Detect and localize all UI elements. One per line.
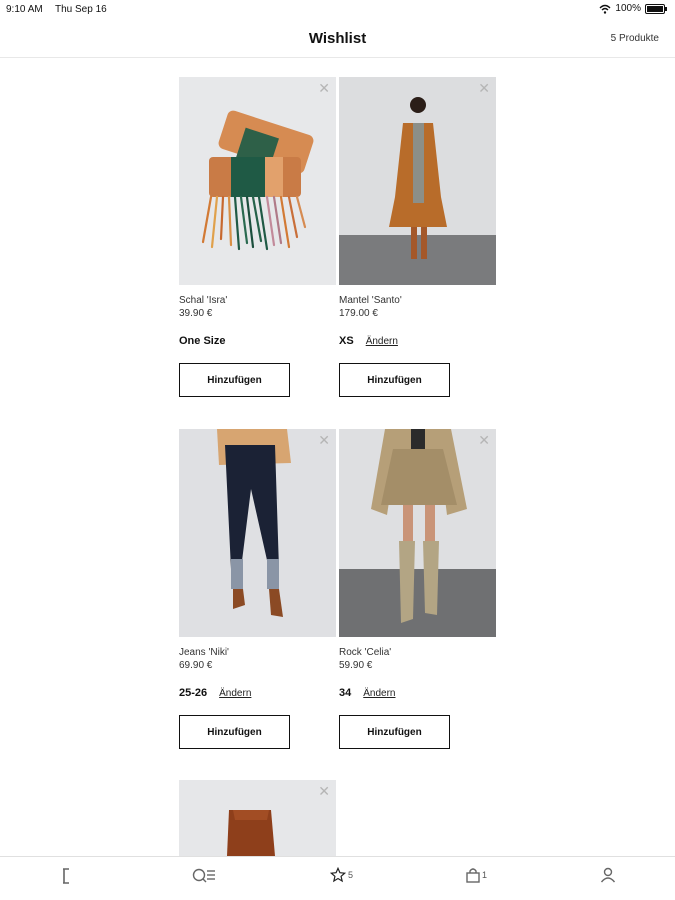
product-card[interactable]: ✕ Schal 'Isra' 39.90 € One Size Hinzufüg… [179,77,336,397]
status-right: 100% [599,3,667,14]
remove-close-icon[interactable]: ✕ [318,80,330,97]
coat-image [339,77,496,285]
status-time: 9:10 AM [6,4,43,15]
bag-count-badge: 1 [482,870,488,880]
change-size-link[interactable]: Ändern [219,688,251,699]
tab-bag[interactable]: 1 [466,867,487,883]
product-price: 59.90 € [339,660,373,671]
tab-home[interactable] [60,867,72,885]
product-name: Schal 'Isra' [179,295,228,306]
product-price: 69.90 € [179,660,213,671]
product-price: 179.00 € [339,308,378,319]
product-size: One Size [179,335,226,347]
home-logo-icon [63,868,69,884]
change-size-link[interactable]: Ändern [363,688,395,699]
remove-close-icon[interactable]: ✕ [478,432,490,449]
remove-close-icon[interactable]: ✕ [318,783,330,800]
add-to-bag-button[interactable]: Hinzufügen [339,715,450,749]
wishlist-count-badge: 5 [348,870,354,880]
status-bar: 9:10 AM Thu Sep 16 100% [0,0,675,20]
tab-wishlist[interactable]: 5 [330,867,353,883]
product-count: 5 Produkte [610,33,659,44]
page-title: Wishlist [308,30,367,47]
product-name: Mantel 'Santo' [339,295,402,306]
boots-image [227,810,275,856]
tab-profile[interactable] [600,867,616,883]
product-image[interactable]: ✕ [339,77,496,285]
header: Wishlist 5 Produkte [0,20,675,58]
product-image[interactable]: ✕ [179,429,336,637]
product-card[interactable]: ✕ Jeans 'Niki' 69.90 € 25-26 Ändern Hinz… [179,429,336,749]
profile-icon [600,867,616,883]
change-size-link[interactable]: Ändern [366,336,398,347]
product-price: 39.90 € [179,308,213,319]
add-to-bag-button[interactable]: Hinzufügen [339,363,450,397]
size-row: XS Ändern [339,335,398,347]
tab-search[interactable] [192,867,216,885]
jeans-image [217,429,291,617]
star-icon [330,867,346,883]
size-row: 34 Ändern [339,687,396,699]
skirt-image [339,429,496,637]
product-name: Rock 'Celia' [339,647,392,658]
remove-close-icon[interactable]: ✕ [318,432,330,449]
status-date: Thu Sep 16 [55,4,107,15]
product-image[interactable]: ✕ [339,429,496,637]
product-size: XS [339,335,354,347]
bottom-tab-bar: 5 1 [0,856,675,900]
scarf-image [201,110,314,251]
search-menu-icon [192,868,215,883]
product-card[interactable]: ✕ Mantel 'Santo' 179.00 € XS Ändern Hinz… [339,77,496,397]
add-to-bag-button[interactable]: Hinzufügen [179,363,290,397]
size-row: 25-26 Ändern [179,687,251,699]
product-image[interactable]: ✕ [179,77,336,285]
product-name: Jeans 'Niki' [179,647,229,658]
product-size: 34 [339,687,352,699]
wifi-icon [599,4,611,14]
add-to-bag-button[interactable]: Hinzufügen [179,715,290,749]
battery-icon [645,3,667,14]
bag-icon [466,868,480,883]
product-size: 25-26 [179,687,208,699]
remove-close-icon[interactable]: ✕ [478,80,490,97]
battery-percent: 100% [615,3,641,14]
size-row: One Size [179,335,225,347]
product-card[interactable]: ✕ [179,780,336,856]
product-card[interactable]: ✕ Rock 'Celia' 59.90 € 34 Ändern Hinzufü… [339,429,496,749]
product-image[interactable]: ✕ [179,780,336,856]
